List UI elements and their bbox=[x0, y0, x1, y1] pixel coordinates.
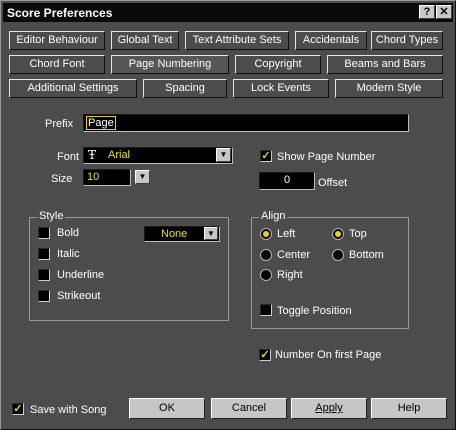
close-icon[interactable]: ✕ bbox=[436, 5, 452, 19]
align-center-radio[interactable] bbox=[260, 249, 272, 261]
frame-select[interactable]: None ▼ bbox=[144, 226, 220, 242]
chevron-down-icon[interactable]: ▼ bbox=[216, 148, 231, 162]
apply-button[interactable]: Apply bbox=[291, 398, 367, 419]
tab-additional-settings[interactable]: Additional Settings bbox=[9, 79, 137, 98]
prefix-value: Page bbox=[86, 116, 116, 130]
tab-page-numbering[interactable]: Page Numbering bbox=[111, 55, 229, 74]
save-with-song-label: Save with Song bbox=[30, 404, 107, 416]
align-right-label: Right bbox=[277, 269, 303, 281]
italic-label: Italic bbox=[57, 248, 80, 260]
help-question-icon[interactable]: ? bbox=[419, 5, 435, 19]
align-left-radio[interactable] bbox=[260, 228, 272, 240]
offset-label: Offset bbox=[318, 177, 348, 189]
size-value: 10 bbox=[87, 171, 100, 183]
tab-lock-events[interactable]: Lock Events bbox=[233, 79, 329, 98]
font-select[interactable]: Ŧ Arial ▼ bbox=[83, 147, 233, 164]
tab-chord-types[interactable]: Chord Types bbox=[371, 31, 443, 50]
strikeout-checkbox[interactable] bbox=[38, 290, 50, 302]
align-top-radio[interactable] bbox=[332, 228, 344, 240]
tab-accidentals[interactable]: Accidentals bbox=[295, 31, 367, 50]
number-first-page-checkbox[interactable]: ✓ bbox=[259, 349, 271, 361]
tab-copyright[interactable]: Copyright bbox=[235, 55, 321, 74]
font-value: Arial bbox=[108, 149, 131, 161]
offset-input[interactable]: 0 bbox=[259, 172, 315, 190]
size-dropdown-icon[interactable]: ▼ bbox=[135, 170, 150, 184]
tab-editor-behaviour[interactable]: Editor Behaviour bbox=[9, 31, 105, 50]
align-bottom-label: Bottom bbox=[349, 249, 384, 261]
bold-label: Bold bbox=[57, 227, 80, 239]
save-with-song-checkbox[interactable]: ✓ bbox=[12, 403, 24, 415]
align-right-radio[interactable] bbox=[260, 269, 272, 281]
align-top-label: Top bbox=[349, 228, 367, 240]
tab-global-text[interactable]: Global Text bbox=[111, 31, 179, 50]
underline-label: Underline bbox=[57, 269, 105, 281]
font-label: Font bbox=[57, 151, 80, 163]
tab-spacing[interactable]: Spacing bbox=[143, 79, 227, 98]
window-title: Score Preferences bbox=[7, 6, 113, 20]
prefix-label: Prefix bbox=[45, 118, 74, 130]
frame-dropdown-icon[interactable]: ▼ bbox=[204, 227, 218, 240]
toggle-position-checkbox[interactable] bbox=[260, 304, 272, 316]
tab-text-attribute-sets[interactable]: Text Attribute Sets bbox=[185, 31, 289, 50]
align-group-label: Align bbox=[259, 210, 288, 222]
underline-checkbox[interactable] bbox=[38, 269, 50, 281]
show-page-number-checkbox[interactable]: ✓ bbox=[260, 150, 272, 162]
truetype-icon: Ŧ bbox=[88, 148, 97, 162]
frame-select-value: None bbox=[161, 228, 188, 240]
ok-button[interactable]: OK bbox=[129, 398, 205, 419]
bold-checkbox[interactable] bbox=[38, 227, 50, 239]
prefix-input[interactable]: Page bbox=[83, 114, 409, 132]
style-group-label: Style bbox=[37, 210, 66, 222]
size-label: Size bbox=[51, 173, 73, 185]
strikeout-label: Strikeout bbox=[57, 290, 101, 302]
title-bar: Score Preferences ? ✕ bbox=[3, 3, 453, 22]
help-button[interactable]: Help bbox=[371, 398, 447, 419]
toggle-position-label: Toggle Position bbox=[277, 305, 352, 317]
size-input[interactable]: 10 bbox=[83, 169, 131, 186]
offset-value: 0 bbox=[283, 174, 291, 186]
show-page-number-label: Show Page Number bbox=[277, 151, 376, 163]
align-left-label: Left bbox=[277, 228, 296, 240]
tab-chord-font[interactable]: Chord Font bbox=[9, 55, 105, 74]
number-first-page-label: Number On first Page bbox=[275, 349, 382, 361]
cancel-button[interactable]: Cancel bbox=[211, 398, 287, 419]
italic-checkbox[interactable] bbox=[38, 248, 50, 260]
tab-modern-style[interactable]: Modern Style bbox=[335, 79, 443, 98]
align-bottom-radio[interactable] bbox=[332, 249, 344, 261]
score-preferences-window: Score Preferences ? ✕ Editor Behaviour G… bbox=[0, 0, 456, 430]
tab-beams-and-bars[interactable]: Beams and Bars bbox=[327, 55, 443, 74]
align-center-label: Center bbox=[277, 249, 311, 261]
